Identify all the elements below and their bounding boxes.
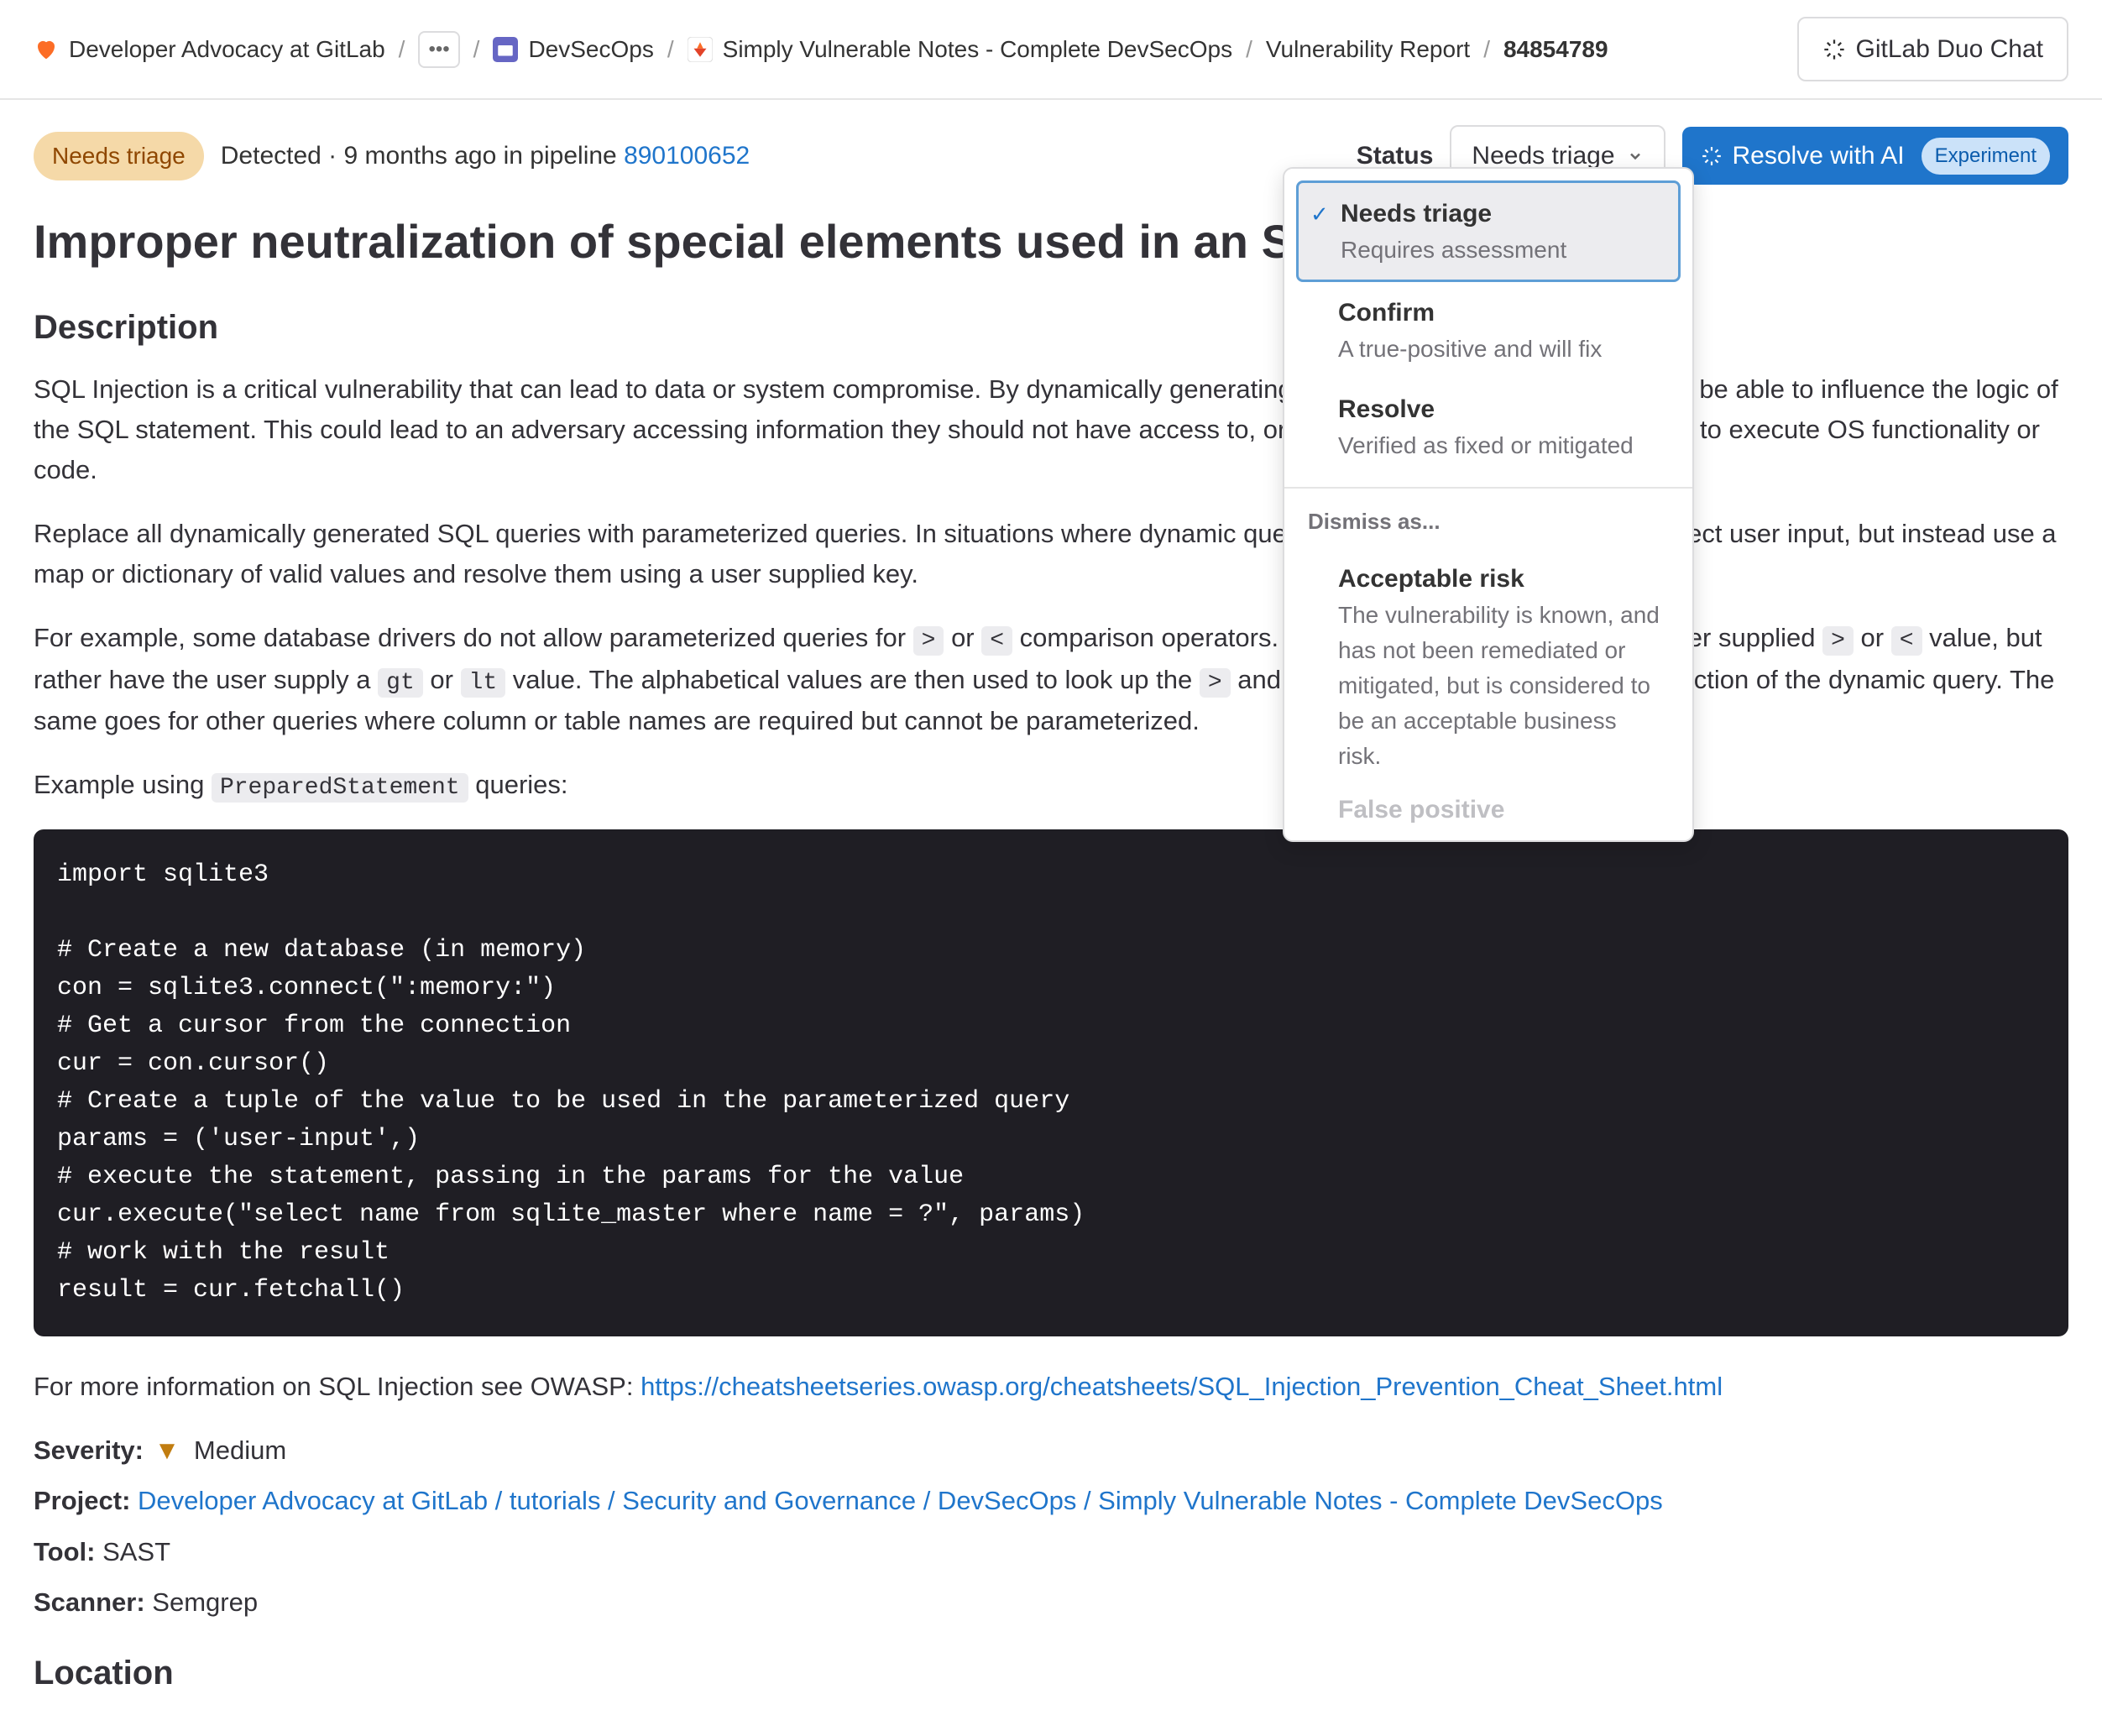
project-link[interactable]: Developer Advocacy at GitLab / tutorials… bbox=[138, 1486, 1663, 1515]
code-inline: < bbox=[981, 626, 1012, 656]
section-location: Location bbox=[34, 1648, 2068, 1698]
code-block: import sqlite3 # Create a new database (… bbox=[34, 829, 2068, 1336]
top-bar: Developer Advocacy at GitLab / ••• / Dev… bbox=[0, 0, 2102, 100]
description-paragraph: For example, some database drivers do no… bbox=[34, 618, 2068, 741]
breadcrumbs: Developer Advocacy at GitLab / ••• / Dev… bbox=[34, 31, 1608, 68]
sparkle-icon bbox=[1701, 145, 1723, 167]
dropdown-item-title: Needs triage bbox=[1341, 195, 1663, 233]
duo-chat-button[interactable]: GitLab Duo Chat bbox=[1797, 17, 2068, 81]
meta-label: Tool: bbox=[34, 1537, 95, 1566]
breadcrumb-label[interactable]: Simply Vulnerable Notes - Complete DevSe… bbox=[723, 32, 1232, 67]
project-icon bbox=[688, 37, 713, 62]
meta-value: Semgrep bbox=[152, 1587, 258, 1617]
breadcrumb-ellipsis-button[interactable]: ••• bbox=[418, 31, 459, 68]
dropdown-item-title: Confirm bbox=[1338, 294, 1665, 332]
code-inline: > bbox=[1200, 668, 1231, 698]
dropdown-item-sub: A true-positive and will fix bbox=[1338, 332, 1665, 367]
description-paragraph: Replace all dynamically generated SQL qu… bbox=[34, 514, 2068, 594]
breadcrumb-separator: / bbox=[473, 32, 480, 67]
breadcrumb-label[interactable]: Developer Advocacy at GitLab bbox=[69, 32, 385, 67]
resolve-with-ai-button[interactable]: Resolve with AI Experiment bbox=[1682, 127, 2068, 185]
dropdown-item-needs-triage[interactable]: ✓ Needs triage Requires assessment bbox=[1296, 180, 1681, 282]
experiment-badge: Experiment bbox=[1922, 138, 2050, 175]
code-inline: PreparedStatement bbox=[212, 773, 468, 803]
check-icon: ✓ bbox=[1310, 198, 1329, 231]
breadcrumb-separator: / bbox=[667, 32, 674, 67]
page-title: Improper neutralization of special eleme… bbox=[34, 207, 2068, 277]
status-dropdown-panel: ✓ Needs triage Requires assessment Confi… bbox=[1283, 167, 1694, 842]
more-info: For more information on SQL Injection se… bbox=[34, 1367, 2068, 1407]
dropdown-item-confirm[interactable]: Confirm A true-positive and will fix bbox=[1296, 282, 1681, 379]
chevron-down-icon bbox=[1627, 148, 1644, 165]
owasp-link[interactable]: https://cheatsheetseries.owasp.org/cheat… bbox=[641, 1372, 1723, 1401]
dropdown-item-sub: Verified as fixed or mitigated bbox=[1338, 428, 1665, 463]
gitlab-heart-icon bbox=[34, 37, 59, 62]
breadcrumb-item[interactable]: DevSecOps bbox=[493, 32, 653, 67]
code-inline: lt bbox=[461, 668, 506, 698]
meta-project: Project: Developer Advocacy at GitLab / … bbox=[34, 1482, 2068, 1521]
dropdown-separator bbox=[1284, 487, 1692, 489]
sparkle-icon bbox=[1822, 38, 1846, 61]
folder-icon bbox=[493, 37, 518, 62]
dropdown-item-title: Resolve bbox=[1338, 390, 1665, 428]
meta-value: Medium bbox=[194, 1435, 286, 1465]
description-paragraph: SQL Injection is a critical vulnerabilit… bbox=[34, 369, 2068, 490]
dropdown-group-label: Dismiss as... bbox=[1296, 500, 1681, 548]
dropdown-item-resolve[interactable]: Resolve Verified as fixed or mitigated bbox=[1296, 379, 1681, 475]
severity-icon: ▼ bbox=[154, 1431, 180, 1471]
detected-prefix: Detected · 9 months ago in pipeline bbox=[221, 142, 624, 170]
meta-label: Severity: bbox=[34, 1435, 144, 1465]
dropdown-item-sub: The vulnerability is known, and has not … bbox=[1338, 598, 1665, 774]
meta-label: Project: bbox=[34, 1486, 130, 1515]
meta-scanner: Scanner: Semgrep bbox=[34, 1583, 2068, 1623]
meta-value: SAST bbox=[102, 1537, 170, 1566]
breadcrumb-separator: / bbox=[1246, 32, 1252, 67]
pipeline-link[interactable]: 890100652 bbox=[624, 142, 750, 170]
breadcrumb-item[interactable]: Vulnerability Report bbox=[1266, 32, 1470, 67]
triage-badge: Needs triage bbox=[34, 132, 204, 180]
meta-severity: Severity: ▼ Medium bbox=[34, 1431, 2068, 1471]
resolve-ai-label: Resolve with AI bbox=[1733, 137, 1905, 175]
breadcrumb-separator: / bbox=[399, 32, 405, 67]
duo-chat-label: GitLab Duo Chat bbox=[1856, 30, 2043, 68]
code-inline: gt bbox=[378, 668, 423, 698]
code-inline: < bbox=[1891, 626, 1922, 656]
meta-tool: Tool: SAST bbox=[34, 1533, 2068, 1572]
dropdown-item-acceptable-risk[interactable]: Acceptable risk The vulnerability is kno… bbox=[1296, 548, 1681, 786]
breadcrumb-current: 84854789 bbox=[1503, 32, 1608, 67]
code-inline: > bbox=[913, 626, 944, 656]
meta-label: Scanner: bbox=[34, 1587, 145, 1617]
dropdown-item-title: Acceptable risk bbox=[1338, 560, 1665, 598]
section-description: Description bbox=[34, 302, 2068, 353]
breadcrumb-item[interactable]: Developer Advocacy at GitLab bbox=[34, 32, 385, 67]
status-row: Needs triage Detected · 9 months ago in … bbox=[34, 125, 2068, 186]
dropdown-item-faded: False positive bbox=[1296, 786, 1681, 829]
detected-text: Detected · 9 months ago in pipeline 8901… bbox=[221, 137, 750, 175]
description-paragraph: Example using PreparedStatement queries: bbox=[34, 765, 2068, 806]
breadcrumb-separator: / bbox=[1483, 32, 1490, 67]
breadcrumb-item[interactable]: Simply Vulnerable Notes - Complete DevSe… bbox=[688, 32, 1232, 67]
code-inline: > bbox=[1822, 626, 1854, 656]
more-info-prefix: For more information on SQL Injection se… bbox=[34, 1372, 641, 1401]
dropdown-item-sub: Requires assessment bbox=[1341, 233, 1663, 268]
breadcrumb-label[interactable]: DevSecOps bbox=[528, 32, 653, 67]
